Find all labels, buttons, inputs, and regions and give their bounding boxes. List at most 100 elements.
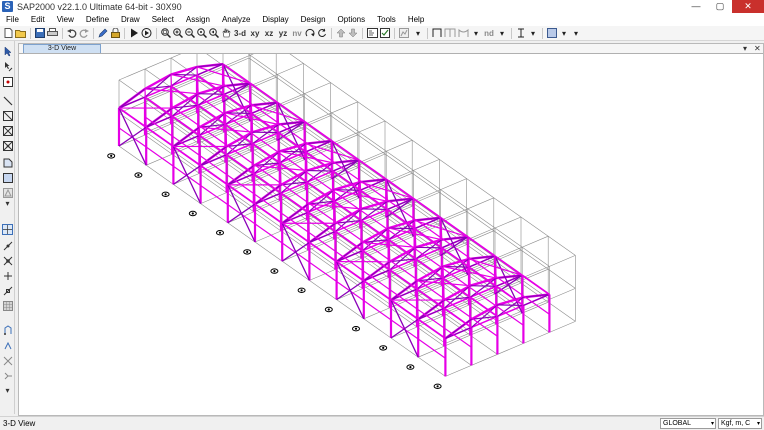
snap-midpoint-icon[interactable] [2, 285, 13, 296]
view-yz-button[interactable]: yz [277, 27, 289, 39]
draw-rectangular-area-icon[interactable] [2, 172, 13, 183]
set-display-options-icon[interactable] [367, 27, 378, 39]
menu-display[interactable]: Display [256, 13, 294, 26]
chevron-down-icon[interactable]: ▾ [2, 385, 13, 396]
frame-section-icon[interactable] [444, 27, 456, 39]
view-xz-button[interactable]: xz [263, 27, 275, 39]
support-joint-center [137, 174, 140, 177]
menu-select[interactable]: Select [146, 13, 180, 26]
get-previous-icon[interactable] [2, 340, 13, 351]
clear-selection-icon[interactable] [2, 355, 13, 366]
chevron-down-icon: ▾ [710, 421, 714, 427]
roof-truss-web [361, 208, 388, 211]
menu-design[interactable]: Design [295, 13, 332, 26]
undo-icon[interactable] [67, 27, 77, 39]
toolbar-overflow-icon[interactable]: ▾ [571, 27, 581, 39]
zoom-in-icon[interactable] [173, 27, 183, 39]
chevron-down-icon[interactable]: ▾ [2, 198, 13, 209]
redo-icon[interactable] [79, 27, 89, 39]
close-button[interactable]: ✕ [732, 0, 764, 13]
menu-view[interactable]: View [51, 13, 80, 26]
area-icon[interactable] [547, 27, 557, 39]
menu-edit[interactable]: Edit [25, 13, 51, 26]
save-icon[interactable] [35, 27, 45, 39]
snap-joints-icon[interactable] [2, 224, 13, 235]
coordinate-system-select[interactable]: GLOBAL ▾ [660, 418, 716, 429]
minimize-button[interactable]: — [684, 0, 708, 13]
rotate-3d-icon[interactable] [305, 27, 315, 39]
snap-lines-icon[interactable] [2, 240, 13, 251]
longitudinal-beam [307, 211, 336, 233]
lock-icon[interactable] [110, 27, 120, 39]
longitudinal-beam [198, 134, 228, 156]
restore-button[interactable]: ▢ [708, 0, 732, 13]
sap2000-app-icon[interactable]: S [2, 1, 13, 12]
draw-diagonal-icon[interactable] [2, 110, 13, 121]
snap-perpendicular-icon[interactable] [2, 270, 13, 281]
print-icon[interactable] [47, 27, 58, 39]
units-select[interactable]: Kgf, m, C ▾ [718, 418, 762, 429]
model-canvas[interactable] [19, 54, 763, 415]
menu-analyze[interactable]: Analyze [216, 13, 256, 26]
draw-poly-icon[interactable] [2, 187, 13, 198]
frame-members[interactable] [117, 62, 551, 377]
select-joint-icon[interactable] [2, 76, 13, 87]
pencil-icon[interactable] [98, 27, 108, 39]
refresh-icon[interactable] [317, 27, 327, 39]
snap-intersection-icon[interactable] [2, 255, 13, 266]
move-down-icon[interactable] [348, 27, 358, 39]
longitudinal-beam [278, 131, 307, 153]
zoom-fit-icon[interactable] [197, 27, 207, 39]
chevron-down-icon[interactable]: ▾ [471, 27, 481, 39]
title-bar: S SAP2000 v22.1.0 Ultimate 64-bit - 30X9… [0, 0, 764, 13]
zoom-out-icon[interactable] [185, 27, 195, 39]
frame-draw-icon[interactable] [432, 27, 442, 39]
longitudinal-beam [495, 285, 524, 307]
run-now-icon[interactable] [141, 27, 152, 39]
snap-grid-icon[interactable] [2, 300, 13, 311]
menu-draw[interactable]: Draw [115, 13, 146, 26]
draw-cross-brace-icon[interactable] [2, 125, 13, 136]
tab-dropdown-button[interactable]: ▾ [743, 44, 747, 53]
draw-frame-icon[interactable] [2, 95, 13, 106]
view-3d-button[interactable]: 3-d [233, 27, 247, 39]
menu-options[interactable]: Options [332, 13, 372, 26]
draw-cable-icon[interactable] [2, 140, 13, 151]
cable-icon[interactable] [458, 27, 469, 39]
menu-help[interactable]: Help [402, 13, 430, 26]
show-deformed-icon[interactable] [380, 27, 390, 39]
open-folder-icon[interactable] [15, 27, 26, 39]
toolbar-separator [427, 27, 428, 39]
zoom-previous-icon[interactable] [209, 27, 219, 39]
chevron-down-icon[interactable]: ▾ [559, 27, 569, 39]
chevron-down-icon[interactable]: ▾ [497, 27, 507, 39]
move-up-icon[interactable] [336, 27, 346, 39]
menu-file[interactable]: File [0, 13, 25, 26]
analysis-results-icon[interactable] [399, 27, 411, 39]
view-window-3d[interactable]: 3-D View ▾ ✕ [18, 43, 764, 416]
menu-assign[interactable]: Assign [180, 13, 216, 26]
text-cursor-icon[interactable] [516, 27, 526, 39]
pointer-icon[interactable] [2, 46, 13, 57]
run-icon[interactable] [129, 27, 139, 39]
pan-icon[interactable] [221, 27, 231, 39]
menu-tools[interactable]: Tools [371, 13, 402, 26]
view-nd-button[interactable]: nd [483, 27, 495, 39]
view-nv-button[interactable]: nv [291, 27, 303, 39]
draw-area-icon[interactable] [2, 157, 13, 168]
support-joint-center [246, 250, 249, 253]
chevron-down-icon[interactable]: ▾ [413, 27, 423, 39]
new-file-icon[interactable] [3, 27, 13, 39]
select-all-icon[interactable] [2, 324, 13, 335]
tab-close-button[interactable]: ✕ [754, 44, 761, 53]
chevron-down-icon[interactable]: ▾ [528, 27, 538, 39]
menu-define[interactable]: Define [80, 13, 115, 26]
reshape-icon[interactable] [2, 61, 13, 72]
toolbar-separator [511, 27, 512, 39]
zoom-window-icon[interactable] [161, 27, 171, 39]
toolbar-separator [156, 27, 157, 39]
tab-3d-view[interactable]: 3-D View [23, 44, 101, 53]
intersect-icon[interactable] [2, 370, 13, 381]
status-text: 3-D View [3, 419, 36, 428]
view-xy-button[interactable]: xy [249, 27, 261, 39]
